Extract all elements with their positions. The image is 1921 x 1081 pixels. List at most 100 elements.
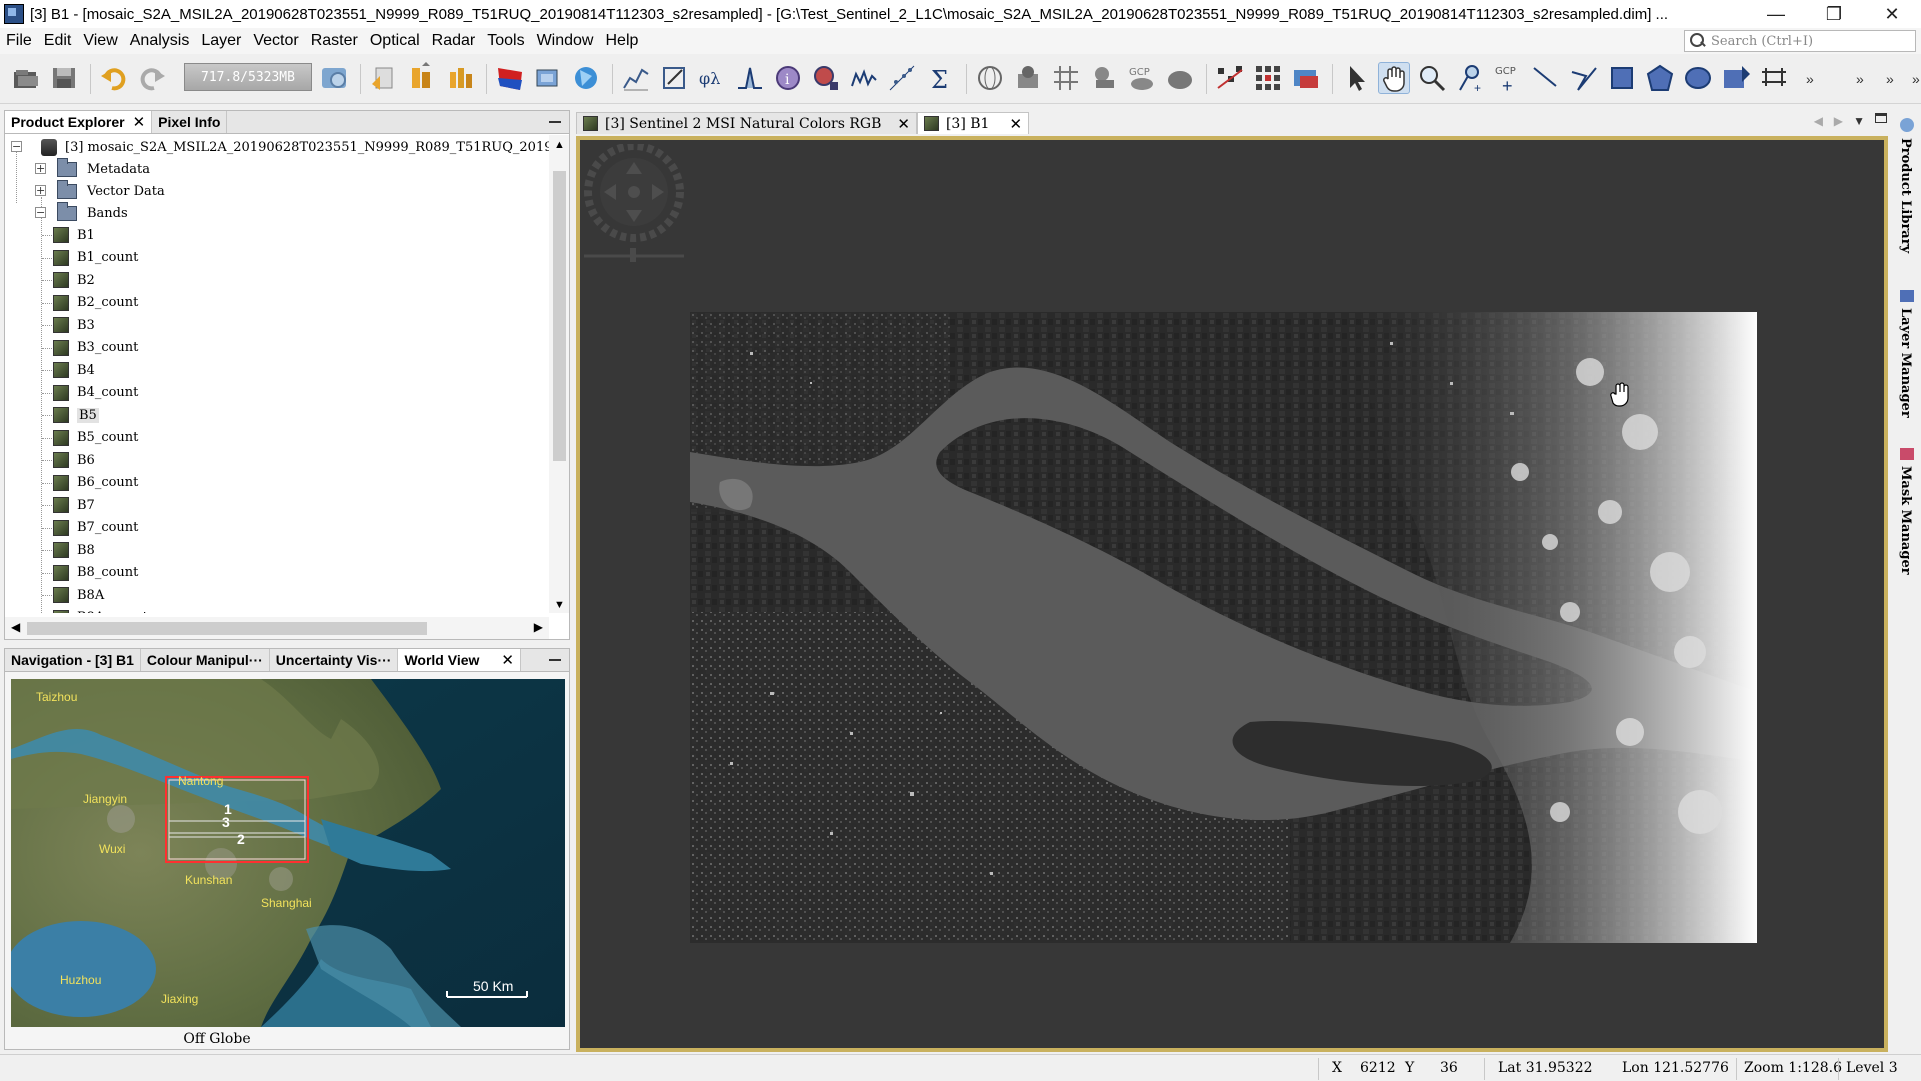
tree-band-item[interactable]: B6 [42, 450, 95, 470]
expand-icon[interactable]: + [35, 185, 46, 196]
menu-raster[interactable]: Raster [305, 32, 364, 50]
tab-natural-colors-rgb[interactable]: [3] Sentinel 2 MSI Natural Colors RGB ✕ [576, 112, 917, 134]
horizontal-scrollbar[interactable]: ◀ ▶ [5, 617, 549, 639]
mask-overlay-icon[interactable] [1164, 62, 1196, 94]
menu-file[interactable]: File [0, 32, 38, 50]
information-icon[interactable]: i [772, 62, 804, 94]
menu-tools[interactable]: Tools [481, 32, 530, 50]
collocation-icon[interactable] [1214, 62, 1246, 94]
menu-analysis[interactable]: Analysis [124, 32, 196, 50]
image-viewport[interactable] [576, 136, 1888, 1052]
collapse-icon[interactable]: − [35, 207, 46, 218]
tree-band-item[interactable]: B3 [42, 315, 95, 335]
tree-metadata[interactable]: + Metadata [35, 157, 150, 179]
tree-product[interactable]: − [3] mosaic_S2A_MSIL2A_20190628T023551_… [11, 137, 549, 157]
menu-edit[interactable]: Edit [38, 32, 78, 50]
satellite-image-b1[interactable] [690, 312, 1757, 943]
open-product-icon[interactable] [10, 62, 42, 94]
tree-band-item[interactable]: B8A_count [53, 608, 148, 613]
subset-icon[interactable] [1290, 62, 1322, 94]
search-input[interactable]: Search (Ctrl+I) [1684, 30, 1916, 52]
scroll-left-icon[interactable]: ◀ [11, 620, 20, 634]
menu-help[interactable]: Help [599, 32, 644, 50]
memory-indicator[interactable]: 717.8/5323MB [184, 63, 312, 91]
expand-icon[interactable]: + [35, 163, 46, 174]
maximize-icon[interactable] [1875, 113, 1887, 123]
range-finder-icon[interactable] [1758, 62, 1790, 94]
scroll-down-icon[interactable]: ▼ [554, 599, 565, 611]
tab-scroll-left-icon[interactable]: ◀ [1814, 114, 1823, 128]
import-vector-icon[interactable] [1720, 62, 1752, 94]
globe-mask-icon[interactable] [974, 62, 1006, 94]
tree-band-item[interactable]: B8_count [42, 563, 138, 583]
tree-band-item[interactable]: B4 [42, 360, 95, 380]
pin-placing-tool-icon[interactable]: + [1454, 62, 1486, 95]
world-map[interactable]: 1 3 2 Taizhou Nantong Jiangyin Wuxi Kuns… [11, 679, 565, 1027]
menu-view[interactable]: View [77, 32, 123, 50]
sidebar-mask-manager[interactable]: Mask Manager [1898, 466, 1913, 575]
tree-band-item[interactable]: B4_count [42, 383, 138, 403]
close-icon[interactable]: ✕ [501, 651, 514, 669]
tab-product-explorer[interactable]: Product Explorer ✕ [5, 111, 153, 133]
edit-vector-icon[interactable] [658, 62, 690, 94]
zoom-tool-icon[interactable] [1416, 62, 1448, 94]
sidebar-product-library[interactable]: Product Library [1898, 138, 1913, 253]
toolbar-overflow-2-icon[interactable]: » [1846, 62, 1864, 94]
mosaic-icon[interactable] [1252, 62, 1284, 94]
sum-icon[interactable]: Σ [924, 62, 956, 94]
tree-band-item[interactable]: B1_count [42, 248, 138, 268]
tree-band-item[interactable]: B8 [42, 540, 95, 560]
close-icon[interactable]: ✕ [133, 113, 146, 131]
rgb-image-icon[interactable] [494, 62, 526, 94]
tab-b1[interactable]: [3] B1 ✕ [916, 112, 1030, 134]
restore-button[interactable]: ❐ [1805, 0, 1863, 28]
tab-list-icon[interactable]: ▼ [1853, 114, 1865, 128]
scrollbar-thumb[interactable] [553, 171, 566, 461]
tab-scroll-right-icon[interactable]: ▶ [1834, 114, 1843, 128]
export-raster-icon[interactable] [406, 62, 438, 94]
minimize-button[interactable]: — [1747, 0, 1805, 28]
toolbar-overflow-3-icon[interactable]: » [1876, 62, 1894, 94]
toolbar-overflow-icon[interactable]: » [1796, 62, 1814, 94]
tab-world-view[interactable]: World View ✕ [398, 649, 521, 671]
tab-pixel-info[interactable]: Pixel Info [152, 111, 228, 133]
pan-tool-icon[interactable] [1378, 62, 1410, 94]
menu-radar[interactable]: Radar [426, 32, 482, 50]
tree-band-item[interactable]: B7_count [42, 518, 138, 538]
vertical-scrollbar[interactable]: ▲ ▼ [549, 135, 569, 613]
image-view-icon[interactable] [532, 62, 564, 94]
pin-manager-icon[interactable] [1088, 62, 1120, 94]
menu-layer[interactable]: Layer [195, 32, 247, 50]
tree-band-item[interactable]: B8A [42, 585, 104, 605]
tree-bands[interactable]: − Bands [35, 201, 128, 223]
scrollbar-thumb[interactable] [27, 622, 427, 635]
collapse-icon[interactable]: − [11, 141, 22, 152]
scroll-right-icon[interactable]: ▶ [534, 620, 543, 634]
rectangle-drawing-tool-icon[interactable] [1606, 62, 1638, 94]
close-icon[interactable]: ✕ [897, 115, 910, 133]
tree-band-item[interactable]: B3_count [42, 338, 138, 358]
spectrum-icon[interactable]: φλ [696, 62, 728, 94]
line-graph-icon[interactable] [620, 62, 652, 94]
save-product-icon[interactable] [48, 62, 80, 94]
tree-band-item[interactable]: B1 [42, 225, 95, 245]
tree-band-item[interactable]: B5 [42, 405, 99, 425]
magic-wand-icon[interactable] [1012, 62, 1044, 94]
close-icon[interactable]: ✕ [1009, 115, 1022, 133]
scatter-plot-icon[interactable] [886, 62, 918, 94]
line-drawing-tool-icon[interactable] [1530, 62, 1562, 94]
undo-icon[interactable] [98, 62, 130, 94]
gcp-manager-icon[interactable]: GCP [1126, 62, 1158, 94]
tree-band-item[interactable]: B2_count [42, 293, 138, 313]
statistics-icon[interactable] [810, 62, 842, 94]
histogram-icon[interactable] [734, 62, 766, 94]
tree-band-item[interactable]: B7 [42, 495, 95, 515]
band-maths-icon[interactable] [444, 62, 476, 94]
sidebar-layer-manager[interactable]: Layer Manager [1898, 308, 1913, 418]
import-raster-icon[interactable] [368, 62, 400, 94]
navigation-control[interactable] [584, 144, 684, 264]
tab-navigation[interactable]: Navigation - [3] B1 [5, 649, 141, 671]
close-button[interactable]: ✕ [1863, 0, 1921, 28]
tree-band-item[interactable]: B2 [42, 270, 95, 290]
polyline-drawing-tool-icon[interactable] [1568, 62, 1600, 94]
